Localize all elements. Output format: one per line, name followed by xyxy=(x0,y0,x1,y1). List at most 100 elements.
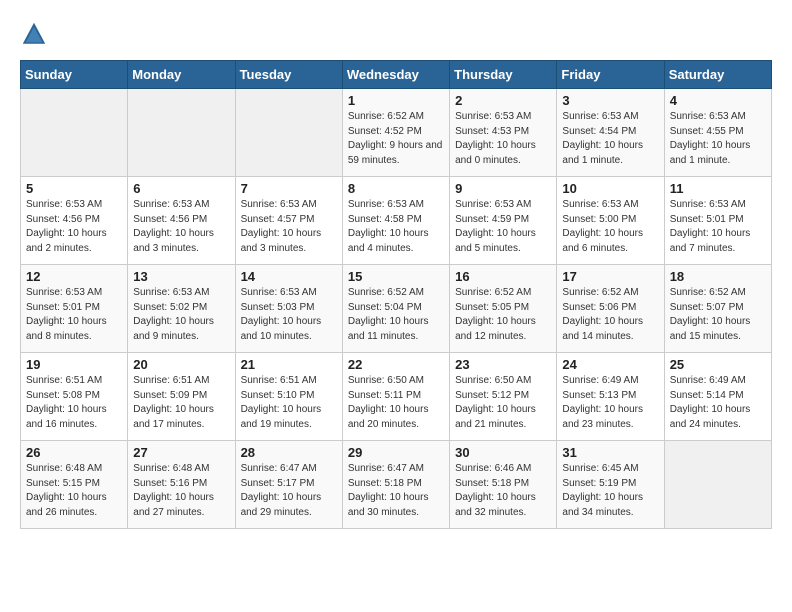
week-row-1: 5 Sunrise: 6:53 AM Sunset: 4:56 PM Daylig… xyxy=(21,177,772,265)
logo xyxy=(20,20,50,48)
day-cell: 23 Sunrise: 6:50 AM Sunset: 5:12 PM Dayli… xyxy=(450,353,557,441)
calendar-body: 1 Sunrise: 6:52 AM Sunset: 4:52 PM Daylig… xyxy=(21,89,772,529)
day-detail: Sunrise: 6:49 AM Sunset: 5:14 PM Dayligh… xyxy=(670,374,766,432)
day-cell: 17 Sunrise: 6:52 AM Sunset: 5:06 PM Dayli… xyxy=(557,265,664,353)
day-detail: Sunrise: 6:50 AM Sunset: 5:11 PM Dayligh… xyxy=(348,374,444,432)
header-cell-saturday: Saturday xyxy=(664,61,771,89)
day-number: 1 xyxy=(348,93,444,108)
day-detail: Sunrise: 6:50 AM Sunset: 5:12 PM Dayligh… xyxy=(455,374,551,432)
day-cell: 16 Sunrise: 6:52 AM Sunset: 5:05 PM Dayli… xyxy=(450,265,557,353)
day-cell: 5 Sunrise: 6:53 AM Sunset: 4:56 PM Daylig… xyxy=(21,177,128,265)
day-number: 22 xyxy=(348,357,444,372)
logo-icon xyxy=(20,20,48,48)
day-cell: 7Sunrise: 6:53 AM Sunset: 4:57 PM Daylig… xyxy=(235,177,342,265)
week-row-2: 12 Sunrise: 6:53 AM Sunset: 5:01 PM Dayli… xyxy=(21,265,772,353)
day-detail: Sunrise: 6:51 AM Sunset: 5:08 PM Dayligh… xyxy=(26,374,122,432)
day-cell: 30 Sunrise: 6:46 AM Sunset: 5:18 PM Dayli… xyxy=(450,441,557,529)
day-number: 19 xyxy=(26,357,122,372)
day-detail: Sunrise: 6:53 AM Sunset: 4:55 PM Dayligh… xyxy=(670,110,766,168)
day-number: 14 xyxy=(241,269,337,284)
day-number: 31 xyxy=(562,445,658,460)
day-cell: 31 Sunrise: 6:45 AM Sunset: 5:19 PM Dayli… xyxy=(557,441,664,529)
day-cell: 8Sunrise: 6:53 AM Sunset: 4:58 PM Daylig… xyxy=(342,177,449,265)
day-cell: 10 Sunrise: 6:53 AM Sunset: 5:00 PM Dayli… xyxy=(557,177,664,265)
day-number: 30 xyxy=(455,445,551,460)
day-cell: 11 Sunrise: 6:53 AM Sunset: 5:01 PM Dayli… xyxy=(664,177,771,265)
day-number: 9 xyxy=(455,181,551,196)
day-cell: 26 Sunrise: 6:48 AM Sunset: 5:15 PM Dayli… xyxy=(21,441,128,529)
day-detail: Sunrise: 6:53 AM Sunset: 5:00 PM Dayligh… xyxy=(562,198,658,256)
header-cell-thursday: Thursday xyxy=(450,61,557,89)
day-detail: Sunrise: 6:48 AM Sunset: 5:16 PM Dayligh… xyxy=(133,462,229,520)
day-cell xyxy=(21,89,128,177)
day-cell: 3Sunrise: 6:53 AM Sunset: 4:54 PM Daylig… xyxy=(557,89,664,177)
day-detail: Sunrise: 6:48 AM Sunset: 5:15 PM Dayligh… xyxy=(26,462,122,520)
day-number: 16 xyxy=(455,269,551,284)
day-detail: Sunrise: 6:53 AM Sunset: 4:59 PM Dayligh… xyxy=(455,198,551,256)
day-cell: 19 Sunrise: 6:51 AM Sunset: 5:08 PM Dayli… xyxy=(21,353,128,441)
calendar-header: SundayMondayTuesdayWednesdayThursdayFrid… xyxy=(21,61,772,89)
day-detail: Sunrise: 6:53 AM Sunset: 5:01 PM Dayligh… xyxy=(670,198,766,256)
day-cell: 13Sunrise: 6:53 AM Sunset: 5:02 PM Dayli… xyxy=(128,265,235,353)
day-detail: Sunrise: 6:52 AM Sunset: 4:52 PM Dayligh… xyxy=(348,110,444,168)
day-detail: Sunrise: 6:51 AM Sunset: 5:10 PM Dayligh… xyxy=(241,374,337,432)
calendar-table: SundayMondayTuesdayWednesdayThursdayFrid… xyxy=(20,60,772,529)
day-number: 28 xyxy=(241,445,337,460)
day-detail: Sunrise: 6:52 AM Sunset: 5:04 PM Dayligh… xyxy=(348,286,444,344)
day-detail: Sunrise: 6:46 AM Sunset: 5:18 PM Dayligh… xyxy=(455,462,551,520)
header-row: SundayMondayTuesdayWednesdayThursdayFrid… xyxy=(21,61,772,89)
day-cell xyxy=(664,441,771,529)
header-cell-friday: Friday xyxy=(557,61,664,89)
day-cell: 6 Sunrise: 6:53 AM Sunset: 4:56 PM Daylig… xyxy=(128,177,235,265)
day-number: 4 xyxy=(670,93,766,108)
day-number: 12 xyxy=(26,269,122,284)
week-row-0: 1 Sunrise: 6:52 AM Sunset: 4:52 PM Daylig… xyxy=(21,89,772,177)
day-cell: 14 Sunrise: 6:53 AM Sunset: 5:03 PM Dayli… xyxy=(235,265,342,353)
header xyxy=(20,20,772,48)
day-detail: Sunrise: 6:47 AM Sunset: 5:17 PM Dayligh… xyxy=(241,462,337,520)
day-number: 27 xyxy=(133,445,229,460)
day-number: 23 xyxy=(455,357,551,372)
day-detail: Sunrise: 6:52 AM Sunset: 5:06 PM Dayligh… xyxy=(562,286,658,344)
day-number: 26 xyxy=(26,445,122,460)
header-cell-wednesday: Wednesday xyxy=(342,61,449,89)
header-cell-tuesday: Tuesday xyxy=(235,61,342,89)
day-detail: Sunrise: 6:53 AM Sunset: 4:56 PM Dayligh… xyxy=(26,198,122,256)
day-detail: Sunrise: 6:47 AM Sunset: 5:18 PM Dayligh… xyxy=(348,462,444,520)
day-cell: 18Sunrise: 6:52 AM Sunset: 5:07 PM Dayli… xyxy=(664,265,771,353)
day-cell: 21 Sunrise: 6:51 AM Sunset: 5:10 PM Dayli… xyxy=(235,353,342,441)
day-detail: Sunrise: 6:52 AM Sunset: 5:05 PM Dayligh… xyxy=(455,286,551,344)
day-number: 5 xyxy=(26,181,122,196)
day-cell: 9 Sunrise: 6:53 AM Sunset: 4:59 PM Daylig… xyxy=(450,177,557,265)
day-detail: Sunrise: 6:53 AM Sunset: 4:57 PM Dayligh… xyxy=(241,198,337,256)
day-number: 17 xyxy=(562,269,658,284)
header-cell-monday: Monday xyxy=(128,61,235,89)
day-number: 29 xyxy=(348,445,444,460)
day-detail: Sunrise: 6:53 AM Sunset: 5:01 PM Dayligh… xyxy=(26,286,122,344)
day-detail: Sunrise: 6:49 AM Sunset: 5:13 PM Dayligh… xyxy=(562,374,658,432)
week-row-4: 26 Sunrise: 6:48 AM Sunset: 5:15 PM Dayli… xyxy=(21,441,772,529)
day-detail: Sunrise: 6:53 AM Sunset: 5:03 PM Dayligh… xyxy=(241,286,337,344)
day-cell: 28 Sunrise: 6:47 AM Sunset: 5:17 PM Dayli… xyxy=(235,441,342,529)
header-cell-sunday: Sunday xyxy=(21,61,128,89)
day-number: 11 xyxy=(670,181,766,196)
day-detail: Sunrise: 6:51 AM Sunset: 5:09 PM Dayligh… xyxy=(133,374,229,432)
day-number: 10 xyxy=(562,181,658,196)
day-detail: Sunrise: 6:45 AM Sunset: 5:19 PM Dayligh… xyxy=(562,462,658,520)
day-number: 25 xyxy=(670,357,766,372)
day-number: 13 xyxy=(133,269,229,284)
day-cell: 15Sunrise: 6:52 AM Sunset: 5:04 PM Dayli… xyxy=(342,265,449,353)
day-number: 21 xyxy=(241,357,337,372)
day-cell: 1 Sunrise: 6:52 AM Sunset: 4:52 PM Daylig… xyxy=(342,89,449,177)
day-number: 3 xyxy=(562,93,658,108)
day-cell: 25 Sunrise: 6:49 AM Sunset: 5:14 PM Dayli… xyxy=(664,353,771,441)
day-cell: 12 Sunrise: 6:53 AM Sunset: 5:01 PM Dayli… xyxy=(21,265,128,353)
day-detail: Sunrise: 6:53 AM Sunset: 4:53 PM Dayligh… xyxy=(455,110,551,168)
day-cell xyxy=(128,89,235,177)
day-detail: Sunrise: 6:53 AM Sunset: 4:56 PM Dayligh… xyxy=(133,198,229,256)
day-cell: 29 Sunrise: 6:47 AM Sunset: 5:18 PM Dayli… xyxy=(342,441,449,529)
day-number: 6 xyxy=(133,181,229,196)
day-number: 2 xyxy=(455,93,551,108)
day-cell: 4 Sunrise: 6:53 AM Sunset: 4:55 PM Daylig… xyxy=(664,89,771,177)
day-number: 24 xyxy=(562,357,658,372)
